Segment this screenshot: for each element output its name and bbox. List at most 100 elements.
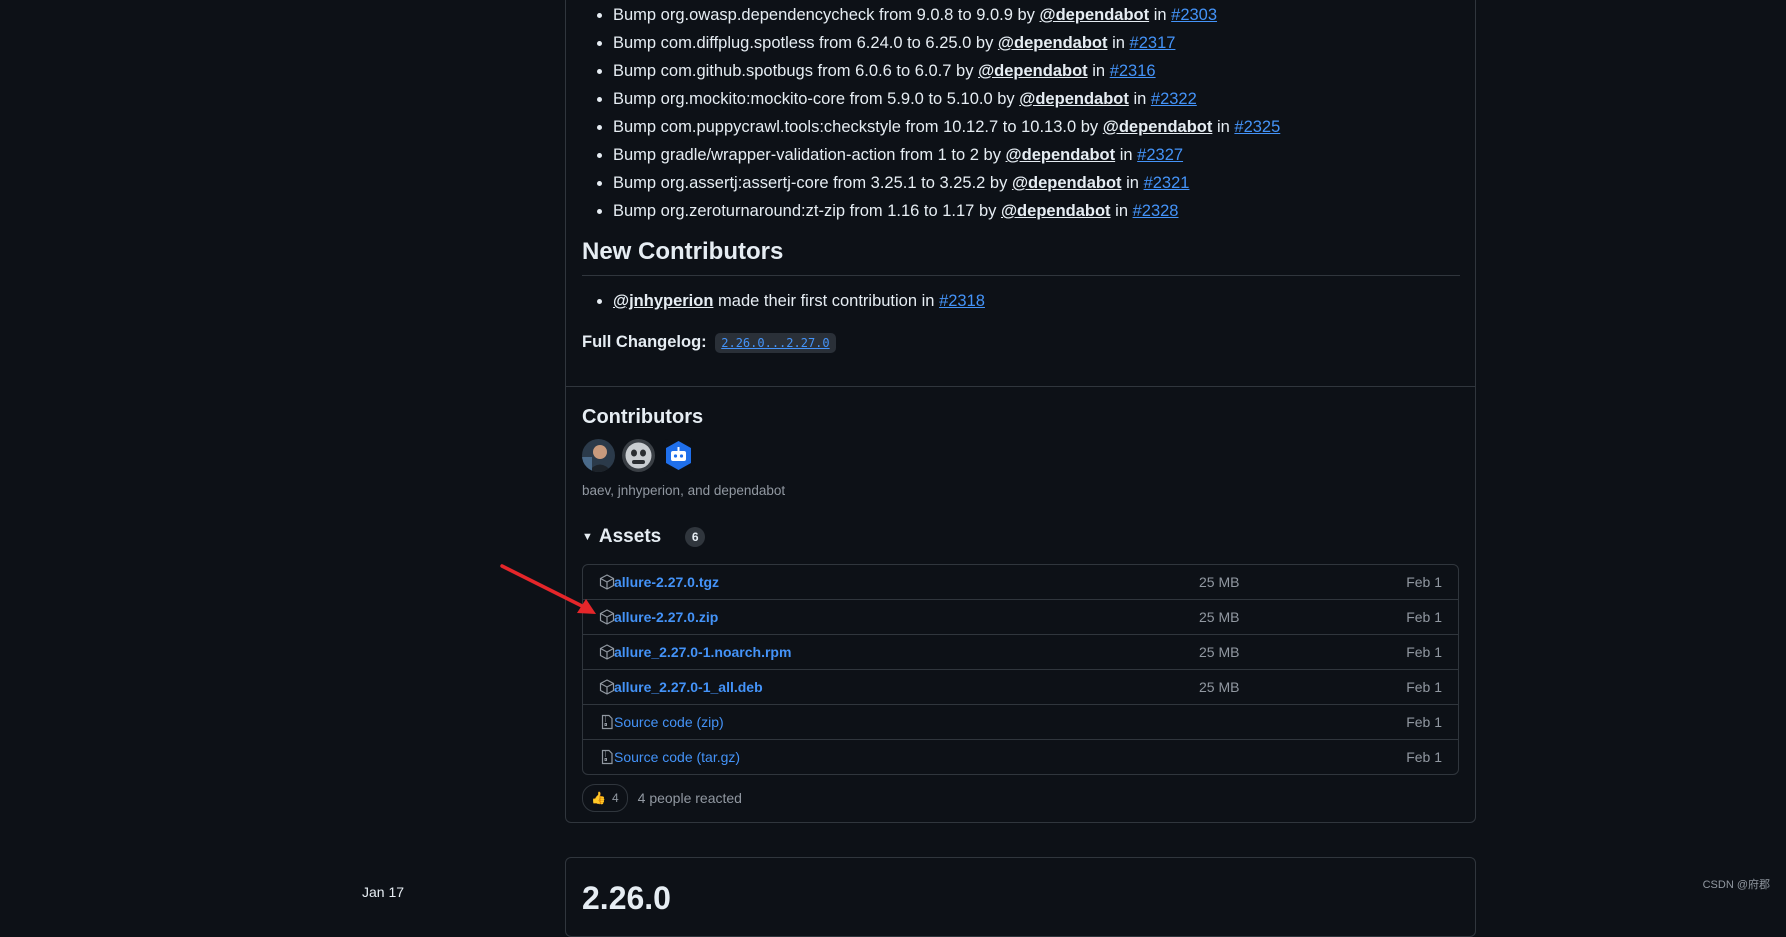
reaction-count: 4 [611, 791, 619, 805]
asset-row: Source code (tar.gz) Feb 1 [583, 739, 1458, 774]
next-release-card: 2.26.0 [565, 857, 1476, 937]
list-item: Bump org.mockito:mockito-core from 5.9.0… [613, 85, 1460, 113]
list-item: Bump org.zeroturnaround:zt-zip from 1.16… [613, 197, 1460, 225]
new-contributors-section: @jnhyperion made their first contributio… [582, 287, 1460, 315]
asset-date: Feb 1 [1406, 574, 1442, 590]
source-code-targz-link[interactable]: Source code (tar.gz) [614, 749, 740, 765]
mention-link[interactable]: @dependabot [1006, 146, 1116, 164]
pr-link[interactable]: #2318 [939, 292, 985, 310]
bump-text: Bump org.assertj:assertj-core from 3.25.… [613, 174, 1008, 192]
list-item: Bump org.owasp.dependencycheck from 9.0.… [613, 1, 1460, 29]
asset-link[interactable]: allure_2.27.0-1.noarch.rpm [614, 644, 791, 660]
thumbs-up-icon: 👍 [591, 791, 606, 805]
pr-link[interactable]: #2328 [1133, 202, 1179, 220]
asset-date: Feb 1 [1406, 714, 1442, 730]
archive-format: (zip) [696, 714, 724, 730]
dependabot-icon [662, 439, 695, 472]
asset-row: allure_2.27.0-1_all.deb 25 MB Feb 1 [583, 669, 1458, 704]
pr-link[interactable]: #2316 [1110, 62, 1156, 80]
avatar-dependabot[interactable] [662, 439, 695, 472]
mention-link[interactable]: @dependabot [978, 62, 1088, 80]
avatar-jnhyperion[interactable] [622, 439, 655, 472]
in-text: in [1112, 34, 1125, 52]
mention-link[interactable]: @dependabot [1103, 118, 1213, 136]
bump-text: Bump org.mockito:mockito-core from 5.9.0… [613, 90, 1015, 108]
pr-link[interactable]: #2317 [1130, 34, 1176, 52]
bump-text: Bump org.owasp.dependencycheck from 9.0.… [613, 6, 1035, 24]
in-text: in [1126, 174, 1139, 192]
file-zip-icon [601, 749, 613, 765]
asset-row: allure_2.27.0-1.noarch.rpm 25 MB Feb 1 [583, 634, 1458, 669]
contributors-title: Contributors [582, 406, 704, 428]
mention-link[interactable]: @jnhyperion [613, 292, 713, 310]
contributor-avatars [582, 439, 695, 472]
pr-link[interactable]: #2322 [1151, 90, 1197, 108]
release-notes: Bump org.owasp.dependencycheck from 9.0.… [582, 1, 1460, 225]
asset-date: Feb 1 [1406, 679, 1442, 695]
mention-link[interactable]: @dependabot [1019, 90, 1129, 108]
asset-size: 25 MB [1199, 574, 1240, 590]
watermark: CSDN @府郡 [1702, 879, 1770, 891]
assets-title: Assets [598, 526, 662, 547]
mention-link[interactable]: @dependabot [1040, 6, 1150, 24]
asset-size: 25 MB [1199, 679, 1240, 695]
pr-link[interactable]: #2327 [1137, 146, 1183, 164]
assets-count-badge: 6 [685, 527, 706, 547]
pr-link[interactable]: #2321 [1144, 174, 1190, 192]
asset-row: Source code (zip) Feb 1 [583, 704, 1458, 739]
asset-link[interactable]: allure-2.27.0.zip [614, 609, 718, 625]
changelog-compare-link[interactable]: 2.26.0...2.27.0 [715, 333, 836, 353]
assets-list: allure-2.27.0.tgz 25 MB Feb 1 allure-2.2… [582, 564, 1459, 775]
in-text: in [1115, 202, 1128, 220]
mention-link[interactable]: @dependabot [1001, 202, 1111, 220]
bump-text: Bump com.diffplug.spotless from 6.24.0 t… [613, 34, 994, 52]
new-contributors-heading: New Contributors [582, 237, 1460, 276]
contributor-names: baev, jnhyperion, and dependabot [582, 483, 786, 498]
package-icon [599, 609, 615, 625]
bump-list: Bump org.owasp.dependencycheck from 9.0.… [582, 1, 1460, 225]
release-date: Jan 17 [362, 884, 405, 900]
pr-link[interactable]: #2325 [1234, 118, 1280, 136]
package-icon [599, 644, 615, 660]
avatar-photo-icon [582, 439, 615, 472]
asset-link[interactable]: allure_2.27.0-1_all.deb [614, 679, 763, 695]
avatar-face-icon [622, 439, 655, 472]
package-icon [599, 679, 615, 695]
avatar-baev[interactable] [582, 439, 615, 472]
asset-link[interactable]: allure-2.27.0.tgz [614, 574, 719, 590]
bump-text: Bump com.github.spotbugs from 6.0.6 to 6… [613, 62, 974, 80]
bump-text: Bump gradle/wrapper-validation-action fr… [613, 146, 1001, 164]
in-text: in [1216, 118, 1230, 136]
package-icon [599, 574, 615, 590]
changelog-label: Full Changelog: [582, 333, 707, 351]
source-code-zip-link[interactable]: Source code (zip) [614, 714, 724, 730]
bump-text: Bump com.puppycrawl.tools:checkstyle fro… [613, 118, 1099, 136]
list-item: Bump com.github.spotbugs from 6.0.6 to 6… [613, 57, 1460, 85]
file-zip-icon [601, 714, 613, 730]
archive-format: (tar.gz) [696, 749, 741, 765]
asset-row: allure-2.27.0.zip 25 MB Feb 1 [583, 599, 1458, 634]
reaction-summary: 4 people reacted [637, 790, 742, 806]
list-item: Bump org.assertj:assertj-core from 3.25.… [613, 169, 1460, 197]
in-text: in [1153, 6, 1167, 24]
contribution-text: made their first contribution in [718, 292, 935, 310]
asset-size: 25 MB [1199, 644, 1240, 660]
release-version-title[interactable]: 2.26.0 [582, 880, 671, 917]
asset-date: Feb 1 [1406, 609, 1442, 625]
in-text: in [1092, 62, 1106, 80]
list-item: Bump gradle/wrapper-validation-action fr… [613, 141, 1460, 169]
assets-toggle[interactable]: ▼ Assets 6 [582, 526, 706, 548]
mention-link[interactable]: @dependabot [1012, 174, 1122, 192]
asset-date: Feb 1 [1406, 644, 1442, 660]
triangle-down-icon: ▼ [582, 531, 593, 543]
mention-link[interactable]: @dependabot [998, 34, 1108, 52]
source-code-label: Source code [614, 749, 693, 765]
full-changelog: Full Changelog: 2.26.0...2.27.0 [582, 329, 836, 356]
pr-link[interactable]: #2303 [1171, 6, 1217, 24]
list-item: @jnhyperion made their first contributio… [613, 287, 1460, 315]
asset-date: Feb 1 [1406, 749, 1442, 765]
source-code-label: Source code [614, 714, 693, 730]
divider [566, 386, 1475, 387]
new-contributors-list: @jnhyperion made their first contributio… [582, 287, 1460, 315]
thumbs-up-reaction-button[interactable]: 👍 4 [582, 784, 628, 812]
